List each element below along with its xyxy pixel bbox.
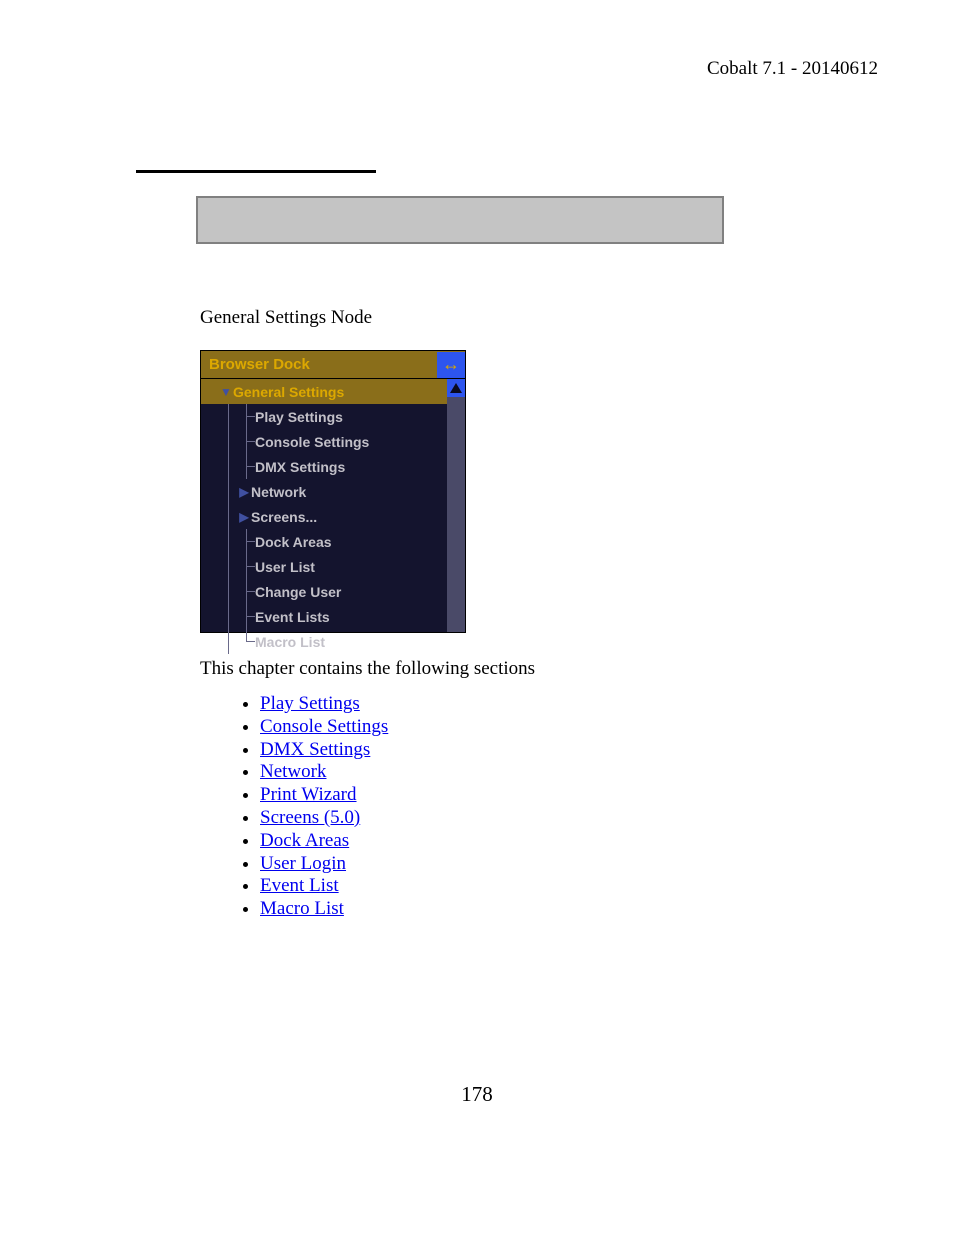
chevron-down-icon[interactable]: ▼	[219, 385, 233, 399]
dock-title: Browser Dock	[201, 356, 437, 373]
scroll-up-icon[interactable]	[447, 379, 465, 397]
tree-label: Dock Areas	[255, 534, 332, 550]
tree-item[interactable]: ▶ Network	[201, 479, 447, 504]
tree-item[interactable]: Event Lists	[201, 604, 447, 629]
list-item: Play Settings	[260, 693, 388, 716]
tree-item[interactable]: ▶ Screens...	[201, 504, 447, 529]
list-item: Screens (5.0)	[260, 807, 388, 830]
tree-label: Network	[251, 484, 306, 500]
tree-label: Console Settings	[255, 434, 369, 450]
scroll-thumb[interactable]	[447, 397, 465, 477]
section-link-list: Play Settings Console Settings DMX Setti…	[234, 693, 388, 921]
link-console-settings[interactable]: Console Settings	[260, 716, 388, 737]
tree-item[interactable]: Play Settings	[201, 404, 447, 429]
chevron-right-icon[interactable]: ▶	[237, 510, 251, 524]
list-item: Print Wizard	[260, 784, 388, 807]
link-user-login[interactable]: User Login	[260, 853, 346, 874]
tree-item[interactable]: Macro List	[201, 629, 447, 654]
chapter-intro-text: This chapter contains the following sect…	[200, 658, 535, 680]
tree-label: DMX Settings	[255, 459, 345, 475]
tree-label: Play Settings	[255, 409, 343, 425]
tree-label: Event Lists	[255, 609, 330, 625]
tree-item[interactable]: Console Settings	[201, 429, 447, 454]
page-number: 178	[0, 1082, 954, 1107]
link-dmx-settings[interactable]: DMX Settings	[260, 739, 370, 760]
tree-label: Change User	[255, 584, 341, 600]
dock-header: Browser Dock ↔	[201, 351, 465, 379]
browser-dock-panel: Browser Dock ↔ ▼ General Settings Play S…	[200, 350, 466, 633]
link-play-settings[interactable]: Play Settings	[260, 693, 360, 714]
tree-container: ▼ General Settings Play Settings Console…	[201, 379, 465, 632]
tree-label: Screens...	[251, 509, 317, 525]
link-network[interactable]: Network	[260, 761, 326, 782]
scroll-track[interactable]	[447, 397, 465, 632]
link-print-wizard[interactable]: Print Wizard	[260, 784, 357, 805]
list-item: DMX Settings	[260, 739, 388, 762]
link-macro-list[interactable]: Macro List	[260, 898, 344, 919]
list-item: Console Settings	[260, 716, 388, 739]
list-item: Network	[260, 761, 388, 784]
link-dock-areas[interactable]: Dock Areas	[260, 830, 349, 851]
tree-label: User List	[255, 559, 315, 575]
list-item: Event List	[260, 875, 388, 898]
tree-label: Macro List	[255, 634, 325, 650]
list-item: Macro List	[260, 898, 388, 921]
info-box	[196, 196, 724, 244]
tree-item[interactable]: Change User	[201, 579, 447, 604]
section-divider	[136, 170, 376, 173]
list-item: Dock Areas	[260, 830, 388, 853]
link-event-list[interactable]: Event List	[260, 875, 339, 896]
link-screens[interactable]: Screens (5.0)	[260, 807, 360, 828]
section-title: General Settings Node	[200, 307, 372, 329]
resize-icon[interactable]: ↔	[437, 352, 465, 378]
scrollbar[interactable]	[447, 379, 465, 632]
chevron-right-icon[interactable]: ▶	[237, 485, 251, 499]
tree-label: General Settings	[233, 384, 344, 400]
tree-item[interactable]: DMX Settings	[201, 454, 447, 479]
tree-content: ▼ General Settings Play Settings Console…	[201, 379, 447, 632]
list-item: User Login	[260, 853, 388, 876]
tree-item[interactable]: Dock Areas	[201, 529, 447, 554]
document-header: Cobalt 7.1 - 20140612	[707, 58, 878, 80]
tree-root-general-settings[interactable]: ▼ General Settings	[201, 379, 447, 404]
tree-item[interactable]: User List	[201, 554, 447, 579]
